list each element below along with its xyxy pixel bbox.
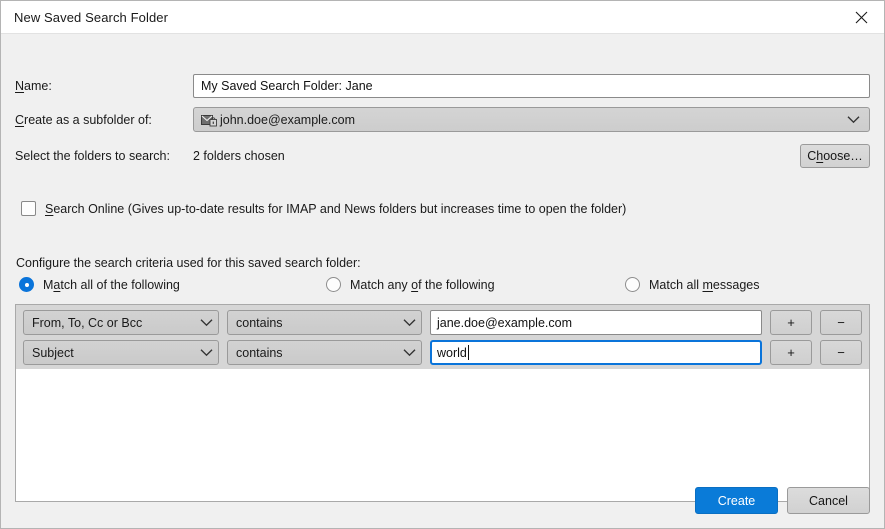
window-title: New Saved Search Folder — [14, 9, 169, 25]
criteria-field-value: Subject — [32, 345, 74, 360]
add-criteria-button[interactable]: + — [770, 310, 812, 335]
dialog-footer: Create Cancel — [695, 487, 870, 514]
close-button[interactable] — [838, 1, 884, 33]
name-row: Name: My Saved Search Folder: Jane — [15, 74, 870, 98]
subfolder-label: Create as a subfolder of: — [15, 112, 152, 127]
new-saved-search-folder-dialog: New Saved Search Folder Name: My Saved S… — [0, 0, 885, 529]
remove-criteria-button[interactable]: − — [820, 340, 862, 365]
criteria-field-dropdown[interactable]: Subject — [23, 340, 219, 365]
criteria-operator-dropdown[interactable]: contains — [227, 310, 422, 335]
radio-label: Match any of the following — [350, 277, 495, 292]
chevron-down-icon — [847, 113, 860, 127]
add-criteria-button[interactable]: + — [770, 340, 812, 365]
chevron-down-icon — [403, 316, 416, 330]
text-caret — [467, 345, 469, 360]
radio-indicator[interactable] — [19, 277, 34, 292]
radio-indicator[interactable] — [625, 277, 640, 292]
chevron-down-icon — [200, 316, 213, 330]
remove-criteria-button[interactable]: − — [820, 310, 862, 335]
mail-account-locked-icon — [201, 113, 218, 127]
search-online-checkbox[interactable] — [21, 201, 36, 216]
folders-row: Select the folders to search: 2 folders … — [15, 144, 870, 168]
radio-match-all-messages[interactable]: Match all messages — [625, 277, 759, 292]
chevron-down-icon — [200, 346, 213, 360]
subfolder-dropdown[interactable]: john.doe@example.com — [193, 107, 870, 132]
search-criteria-panel: From, To, Cc or Bcc contains jane.doe@ex… — [15, 304, 870, 502]
subfolder-dropdown-value: john.doe@example.com — [220, 112, 355, 127]
radio-label: Match all messages — [649, 277, 760, 292]
criteria-value-input[interactable]: jane.doe@example.com — [430, 310, 762, 335]
criteria-value-input[interactable]: world — [430, 340, 762, 365]
radio-indicator[interactable] — [326, 277, 341, 292]
name-input[interactable]: My Saved Search Folder: Jane — [193, 74, 870, 98]
criteria-operator-dropdown[interactable]: contains — [227, 340, 422, 365]
dialog-body: Name: My Saved Search Folder: Jane Creat… — [1, 34, 884, 528]
search-online-label: Search Online (Gives up-to-date results … — [45, 201, 627, 216]
criteria-row: Subject contains world + − — [16, 339, 869, 369]
chevron-down-icon — [403, 346, 416, 360]
criteria-heading: Configure the search criteria used for t… — [16, 256, 361, 270]
match-mode-radio-group: Match all of the following Match any of … — [19, 277, 870, 295]
criteria-field-value: From, To, Cc or Bcc — [32, 315, 143, 330]
cancel-button[interactable]: Cancel — [787, 487, 870, 514]
close-icon — [855, 11, 868, 24]
folders-chosen-value: 2 folders chosen — [193, 149, 285, 163]
radio-match-any-of-following[interactable]: Match any of the following — [326, 277, 495, 292]
criteria-value-text: world — [437, 345, 467, 360]
name-label: Name: — [15, 79, 52, 93]
radio-match-all-of-following[interactable]: Match all of the following — [19, 277, 180, 292]
choose-button[interactable]: Ch oose… — [800, 144, 870, 168]
subfolder-dropdown-label: john.doe@example.com — [201, 113, 847, 127]
criteria-operator-value: contains — [236, 345, 283, 360]
search-online-row[interactable]: Search Online (Gives up-to-date results … — [21, 201, 626, 216]
criteria-rows: From, To, Cc or Bcc contains jane.doe@ex… — [16, 305, 869, 369]
criteria-field-dropdown[interactable]: From, To, Cc or Bcc — [23, 310, 219, 335]
criteria-operator-value: contains — [236, 315, 283, 330]
titlebar: New Saved Search Folder — [1, 1, 884, 34]
criteria-row: From, To, Cc or Bcc contains jane.doe@ex… — [16, 305, 869, 339]
radio-label: Match all of the following — [43, 277, 180, 292]
create-button[interactable]: Create — [695, 487, 778, 514]
folders-label: Select the folders to search: — [15, 149, 170, 163]
subfolder-row: Create as a subfolder of: john.doe@examp… — [15, 107, 870, 132]
